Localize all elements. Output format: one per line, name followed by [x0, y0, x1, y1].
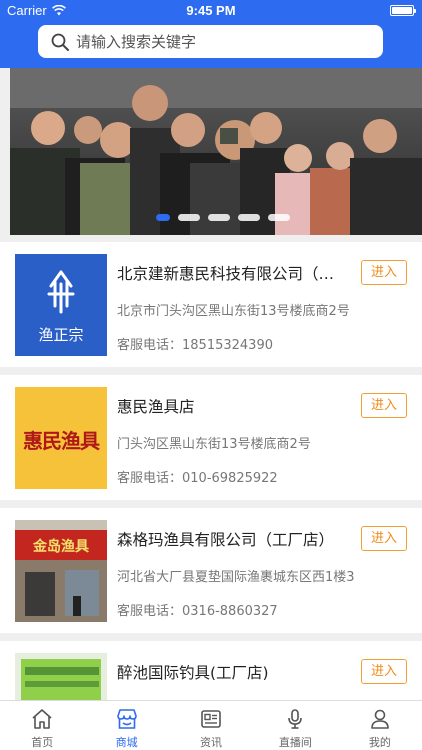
store-phone[interactable]: 客服电话：18515324390: [117, 334, 273, 353]
tab-home[interactable]: 首页: [0, 701, 84, 750]
store-address: 门头沟区黑山东街13号楼底商2号: [117, 437, 311, 452]
store-name: 北京建新惠民科技有限公司（北京...: [117, 265, 342, 283]
tab-label: 商城: [115, 736, 138, 749]
tab-label: 我的: [368, 736, 391, 749]
carousel-dot[interactable]: [268, 214, 290, 221]
enter-store-button[interactable]: 进入: [361, 526, 407, 551]
tab-news[interactable]: 资讯: [169, 701, 253, 750]
store-name: 醉池国际钓具(工厂店): [117, 664, 269, 682]
search-icon: [51, 33, 69, 51]
carousel-dot[interactable]: [178, 214, 200, 221]
tab-live[interactable]: 直播间: [253, 701, 337, 750]
carousel-dot[interactable]: [238, 214, 260, 221]
clock: 9:45 PM: [186, 3, 236, 18]
store-name: 森格玛渔具有限公司（工厂店）: [117, 531, 335, 549]
tab-profile[interactable]: 我的: [338, 701, 422, 750]
status-bar: Carrier 9:45 PM: [0, 0, 422, 22]
store-logo: 渔正宗: [15, 254, 107, 356]
shop-icon: [116, 709, 137, 729]
battery-icon: [390, 5, 416, 16]
top-header: Carrier 9:45 PM 请输入搜索关键字: [0, 0, 422, 68]
banner-carousel[interactable]: [10, 68, 422, 235]
search-input[interactable]: 请输入搜索关键字: [76, 31, 196, 52]
microphone-icon: [288, 709, 303, 729]
carousel-dot[interactable]: [208, 214, 230, 221]
carousel-indicator[interactable]: [156, 214, 290, 224]
store-phone[interactable]: 客服电话：010-69825922: [117, 467, 278, 486]
tab-label: 首页: [31, 736, 54, 749]
store-address: 河北省大厂县夏垫国际渔裹城东区西1楼3: [117, 570, 355, 585]
tab-label: 直播间: [278, 736, 312, 749]
home-icon: [32, 709, 52, 729]
store-name: 惠民渔具店: [117, 398, 195, 416]
user-icon: [371, 709, 389, 729]
store-address: 北京市门头沟区黑山东街13号楼底商2号: [117, 304, 350, 319]
store-phone[interactable]: 客服电话：0316-8860327: [117, 600, 278, 619]
store-logo: 惠民渔具: [15, 387, 107, 489]
store-item[interactable]: 渔正宗 北京建新惠民科技有限公司（北京... 北京市门头沟区黑山东街13号楼底商…: [0, 242, 422, 367]
tab-label: 资讯: [200, 736, 223, 749]
enter-store-button[interactable]: 进入: [361, 659, 407, 684]
carousel-dot[interactable]: [156, 214, 170, 221]
store-logo: 金岛渔具: [15, 520, 107, 622]
bottom-tab-bar: 首页 商城 资讯 直播间 我的: [0, 700, 422, 750]
store-item[interactable]: 惠民渔具 惠民渔具店 门头沟区黑山东街13号楼底商2号 客服电话：010-698…: [0, 375, 422, 500]
enter-store-button[interactable]: 进入: [361, 393, 407, 418]
news-icon: [201, 710, 221, 728]
store-logo-text: 渔正宗: [38, 326, 84, 344]
store-logo-text: 惠民渔具: [23, 429, 100, 453]
banner-photo: [10, 68, 422, 235]
search-bar[interactable]: 请输入搜索关键字: [38, 25, 383, 58]
enter-store-button[interactable]: 进入: [361, 260, 407, 285]
store-logo-text: 金岛渔具: [33, 539, 89, 555]
store-item[interactable]: 金岛渔具 森格玛渔具有限公司（工厂店） 河北省大厂县夏垫国际渔裹城东区西1楼3 …: [0, 508, 422, 633]
tab-shop[interactable]: 商城: [84, 701, 168, 750]
